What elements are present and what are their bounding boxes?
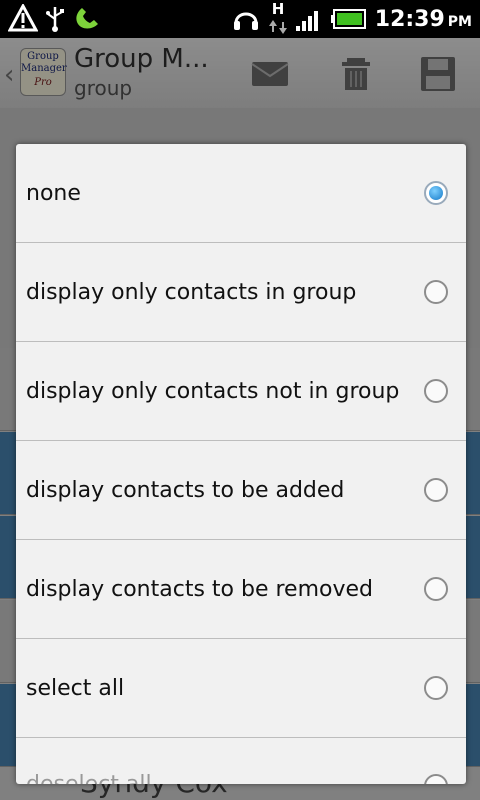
option-label: display only contacts in group [26,279,357,305]
data-arrows-icon: H [268,0,287,34]
option-label: display contacts to be removed [26,576,373,602]
headset-icon [233,12,258,30]
option-to-be-added[interactable]: display contacts to be added [16,441,466,540]
clock-time: 12:39 [374,6,445,32]
option-only-in-group[interactable]: display only contacts in group [16,243,466,342]
radio-button[interactable] [424,478,448,502]
option-none[interactable]: none [16,144,466,243]
option-label: display only contacts not in group [26,378,400,404]
filter-dialog: none display only contacts in group disp… [16,144,466,784]
signal-icon [295,11,318,31]
clock-ampm: PM [447,13,472,30]
option-select-all[interactable]: select all [16,639,466,738]
radio-button[interactable] [424,379,448,403]
option-label: none [26,180,81,206]
option-not-in-group[interactable]: display only contacts not in group [16,342,466,441]
radio-button[interactable] [424,577,448,601]
warning-icon [8,4,38,32]
option-label: select all [26,675,125,701]
status-right-icons: H 12:39 PM [231,0,472,34]
battery-icon [330,9,366,29]
usb-icon [46,7,64,32]
radio-button[interactable] [424,676,448,700]
phone-icon [76,8,98,29]
radio-button[interactable] [424,774,448,784]
screen: H 12:39 PM ‹ Group Manager Pro Group M..… [0,0,480,800]
option-deselect-all[interactable]: deselect all [16,738,466,784]
network-letter: H [271,0,285,18]
radio-button[interactable] [424,280,448,304]
option-to-be-removed[interactable]: display contacts to be removed [16,540,466,639]
option-label: display contacts to be added [26,477,345,503]
option-label: deselect all [26,772,152,784]
status-left-icons [8,4,102,32]
radio-button-checked[interactable] [424,181,448,205]
clock: 12:39 PM [375,7,472,32]
status-bar: H 12:39 PM [0,0,480,38]
